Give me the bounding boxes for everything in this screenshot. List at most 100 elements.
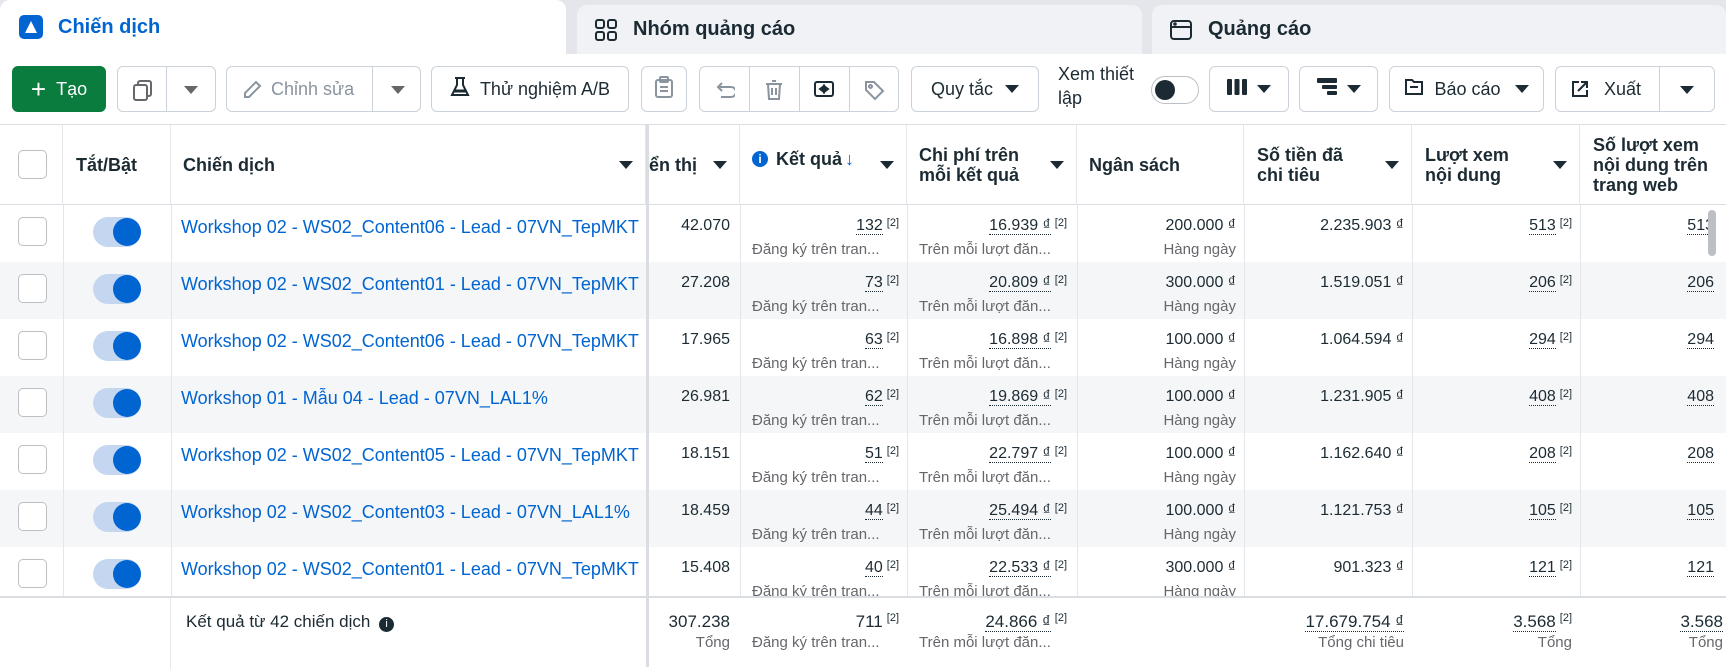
campaign-name-link[interactable]: Workshop 02 - WS02_Content05 - Lead - 07… (181, 445, 641, 466)
chevron-down-icon[interactable] (184, 86, 198, 94)
rules-dropdown[interactable]: Quy tắc (911, 66, 1039, 112)
header-cost-per-result[interactable]: Chi phí trên mỗi kết quả (907, 125, 1077, 205)
spent-value: 1.162.640 ₫ (1320, 445, 1404, 462)
sort-caret-icon[interactable] (619, 161, 633, 169)
row-checkbox[interactable] (18, 274, 47, 303)
compare-icon[interactable] (813, 79, 835, 106)
view-setup-toggle[interactable] (1151, 76, 1199, 104)
table-row[interactable]: Workshop 02 - WS02_Content03 - Lead - 07… (0, 490, 1726, 547)
campaign-name-link[interactable]: Workshop 02 - WS02_Content01 - Lead - 07… (181, 559, 641, 580)
campaign-toggle[interactable] (93, 445, 141, 475)
table-footer-summary: Kết quả từ 42 chiến dịch i 307.238 Tổng … (0, 596, 1726, 669)
footer-views-sub: Tổng (1537, 634, 1572, 651)
chevron-down-icon (1346, 85, 1361, 93)
campaign-name-link[interactable]: Workshop 02 - WS02_Content01 - Lead - 07… (181, 274, 641, 295)
header-content-views[interactable]: Lượt xem nội dung (1412, 125, 1580, 205)
content-views-value: 208 [2] (1529, 445, 1572, 463)
sort-caret-icon[interactable] (1050, 161, 1064, 169)
results-value: 51 [2] (864, 445, 899, 463)
budget-value[interactable]: 200.000 ₫ (1085, 217, 1237, 235)
row-checkbox[interactable] (18, 445, 47, 474)
header-impressions[interactable]: ển thị (649, 125, 740, 205)
web-views-value: 121 (1687, 559, 1714, 577)
vertical-scrollbar[interactable] (1708, 210, 1716, 256)
tab-ads[interactable]: Quảng cáo (1152, 5, 1726, 54)
tag-icon[interactable] (863, 79, 885, 106)
budget-value[interactable]: 300.000 ₫ (1085, 274, 1237, 292)
columns-button[interactable] (1209, 66, 1289, 112)
footer-impressions: 307.238 (668, 612, 730, 631)
plus-icon: + (30, 74, 47, 104)
create-button[interactable]: + Tạo (12, 66, 106, 112)
table-row[interactable]: Workshop 02 - WS02_Content06 - Lead - 07… (0, 319, 1726, 376)
row-checkbox[interactable] (18, 559, 47, 588)
row-checkbox[interactable] (18, 331, 47, 360)
header-spent-label: Số tiền đã chi tiêu (1257, 145, 1344, 185)
chevron-down-icon[interactable] (1680, 86, 1694, 94)
info-icon: i (752, 151, 768, 167)
budget-value[interactable]: 100.000 ₫ (1085, 388, 1237, 406)
table-row[interactable]: Workshop 02 - WS02_Content05 - Lead - 07… (0, 433, 1726, 490)
campaign-toggle[interactable] (93, 331, 141, 361)
undo-icon[interactable] (713, 79, 737, 106)
campaign-toggle[interactable] (93, 274, 141, 304)
export-label: Xuất (1604, 79, 1642, 99)
row-checkbox[interactable] (18, 217, 47, 246)
cost-value: 22.797 ₫ [2] (989, 445, 1067, 463)
footer-label-text: Kết quả từ 42 chiến dịch (186, 612, 371, 631)
export-button[interactable]: Xuất (1555, 66, 1715, 112)
results-sub: Đăng ký trên tran... (752, 241, 880, 258)
campaign-toggle[interactable] (93, 388, 141, 418)
tab-campaigns[interactable]: Chiến dịch (0, 0, 566, 54)
campaign-table: Tắt/Bật Chiến dịch ển thị i Kết quả ↓ Ch… (0, 124, 1726, 669)
breakdown-button[interactable] (1299, 66, 1378, 112)
header-budget[interactable]: Ngân sách (1077, 125, 1244, 205)
budget-value[interactable]: 300.000 ₫ (1085, 559, 1237, 577)
cost-value: 22.533 ₫ [2] (989, 559, 1067, 577)
row-checkbox[interactable] (18, 502, 47, 531)
chevron-down-icon (1514, 85, 1529, 93)
table-row[interactable]: Workshop 02 - WS02_Content01 - Lead - 07… (0, 262, 1726, 319)
trash-icon[interactable] (763, 79, 785, 106)
clipboard-button[interactable] (641, 66, 687, 112)
header-cost-label: Chi phí trên mỗi kết quả (919, 145, 1020, 185)
budget-value[interactable]: 100.000 ₫ (1085, 502, 1237, 520)
campaign-name-link[interactable]: Workshop 02 - WS02_Content06 - Lead - 07… (181, 217, 641, 238)
info-icon[interactable]: i (379, 617, 395, 632)
chevron-down-icon (1257, 85, 1271, 93)
sort-down-arrow-icon[interactable]: ↓ (845, 149, 854, 169)
campaign-name-link[interactable]: Workshop 01 - Mẫu 04 - Lead - 07VN_LAL1% (181, 388, 641, 409)
campaign-name-link[interactable]: Workshop 02 - WS02_Content03 - Lead - 07… (181, 502, 641, 523)
reports-dropdown[interactable]: Báo cáo (1389, 66, 1544, 112)
table-row[interactable]: Workshop 02 - WS02_Content06 - Lead - 07… (0, 205, 1726, 262)
sort-caret-icon[interactable] (1553, 161, 1567, 169)
header-website-content-views[interactable]: Số lượt xem nội dung trên trang web (1580, 125, 1726, 205)
header-campaign[interactable]: Chiến dịch (171, 125, 646, 205)
table-row[interactable]: Workshop 01 - Mẫu 04 - Lead - 07VN_LAL1%… (0, 376, 1726, 433)
report-icon (1404, 77, 1424, 102)
campaign-toggle[interactable] (93, 559, 141, 589)
cost-sub: Trên mỗi lượt đăn... (919, 241, 1051, 258)
row-checkbox[interactable] (18, 388, 47, 417)
edit-button[interactable]: Chỉnh sửa (226, 66, 421, 112)
header-amount-spent[interactable]: Số tiền đã chi tiêu (1244, 125, 1412, 205)
sort-caret-icon[interactable] (713, 161, 727, 169)
budget-value[interactable]: 100.000 ₫ (1085, 445, 1237, 463)
select-all-checkbox[interactable] (18, 150, 47, 179)
budget-sub: Hàng ngày (1163, 355, 1236, 372)
header-results[interactable]: i Kết quả ↓ (740, 125, 907, 205)
campaign-toggle[interactable] (93, 217, 141, 247)
campaign-name-link[interactable]: Workshop 02 - WS02_Content06 - Lead - 07… (181, 331, 641, 352)
sort-caret-icon[interactable] (1385, 161, 1399, 169)
duplicate-button[interactable] (117, 66, 216, 112)
sort-caret-icon[interactable] (880, 161, 894, 169)
campaign-toggle[interactable] (93, 502, 141, 532)
web-views-value: 513 (1687, 217, 1714, 235)
chevron-down-icon[interactable] (391, 86, 405, 94)
ab-test-button[interactable]: Thử nghiệm A/B (431, 66, 629, 112)
budget-value[interactable]: 100.000 ₫ (1085, 331, 1237, 349)
footer-cost: 24.866 ₫ [2] (985, 612, 1067, 632)
ad-window-icon (1168, 17, 1194, 43)
impressions-value: 15.408 (681, 559, 730, 576)
tab-adsets[interactable]: Nhóm quảng cáo (577, 5, 1142, 54)
